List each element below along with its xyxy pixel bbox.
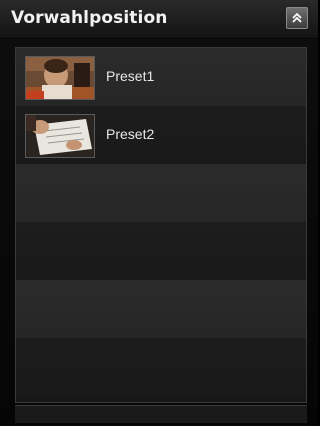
preset-position-panel: Vorwahlposition Preset1 Preset2 [0,0,318,426]
preset-list-item[interactable]: Preset1 [16,48,306,106]
panel-header: Vorwahlposition [0,0,318,39]
list-footer-bar [15,405,307,423]
preset-thumbnail [25,114,95,158]
empty-list-row [16,222,306,280]
empty-list-row [16,338,306,396]
preset-list: Preset1 Preset2 [15,47,307,403]
preset-thumbnail [25,56,95,100]
panel-title: Vorwahlposition [11,8,168,28]
empty-list-row [16,280,306,338]
empty-list-row [16,164,306,222]
chevron-double-up-icon [291,12,303,24]
preset-label: Preset1 [106,68,155,84]
preset-label: Preset2 [106,126,155,142]
preset-list-item[interactable]: Preset2 [16,106,306,164]
collapse-button[interactable] [286,7,308,29]
